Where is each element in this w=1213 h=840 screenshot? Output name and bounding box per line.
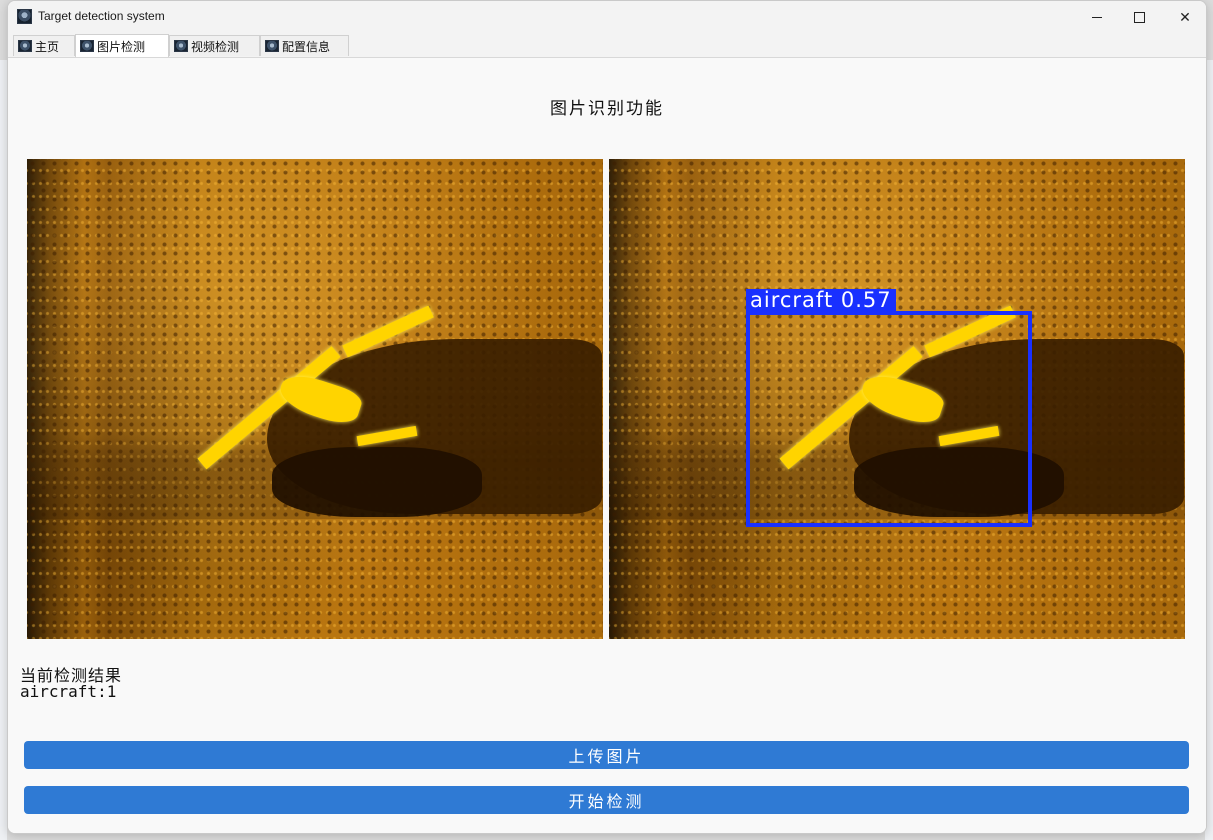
page-title: 图片识别功能	[550, 99, 664, 119]
maximize-button[interactable]	[1116, 1, 1162, 34]
maximize-icon	[1133, 12, 1145, 23]
title-bar[interactable]: Target detection system ✕	[8, 1, 1206, 34]
tab-image-detection[interactable]: 图片检测	[75, 34, 169, 57]
tab-config-info[interactable]: 配置信息	[260, 35, 349, 56]
tab-label: 配置信息	[282, 39, 331, 54]
wreck-shadow-dark	[272, 447, 482, 517]
app-tab-icon	[174, 40, 188, 52]
app-tab-icon	[265, 40, 279, 52]
close-icon: ✕	[1179, 9, 1191, 26]
minimize-button[interactable]	[1074, 1, 1120, 34]
tab-home[interactable]: 主页	[13, 35, 75, 56]
original-sonar-image	[27, 159, 603, 639]
minimize-icon	[1092, 17, 1102, 18]
tab-video-detection[interactable]: 视频检测	[169, 35, 260, 56]
upload-image-button[interactable]: 上传图片	[24, 741, 1189, 769]
close-button[interactable]: ✕	[1162, 1, 1206, 34]
detection-label: aircraft 0.57	[746, 289, 896, 311]
window-title: Target detection system	[38, 9, 165, 23]
detection-bounding-box	[746, 311, 1032, 527]
tab-label: 视频检测	[191, 39, 240, 54]
app-tab-icon	[80, 40, 94, 52]
result-value: aircraft:1	[20, 682, 117, 701]
image-detection-page: 图片识别功能 aircraft 0.57 当前检测结果 aircraft:1 上…	[8, 58, 1206, 833]
tab-label: 图片检测	[97, 39, 146, 54]
tab-bar: 主页 图片检测 视频检测 配置信息	[8, 34, 1206, 58]
app-window: Target detection system ✕ 主页 图片检测 视频检测 配…	[7, 0, 1207, 834]
start-detection-button[interactable]: 开始检测	[24, 786, 1189, 814]
app-tab-icon	[18, 40, 32, 52]
background-window-edge-left	[0, 60, 7, 840]
detected-sonar-image: aircraft 0.57	[609, 159, 1185, 639]
tab-label: 主页	[35, 39, 60, 54]
app-icon	[17, 9, 32, 24]
